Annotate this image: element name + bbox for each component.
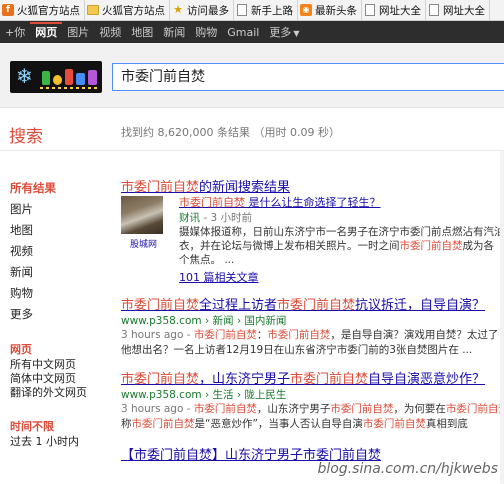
nav-all-results[interactable]: 所有结果: [10, 178, 110, 199]
google-bar: +你 网页 图片 视频 地图 新闻 购物 Gmail 更多 ▼: [0, 21, 504, 43]
filter-translated-foreign[interactable]: 翻译的外文网页: [10, 386, 110, 400]
bookmark-item[interactable]: ◉ 最新头条: [298, 0, 362, 20]
gbar-videos[interactable]: 视频: [94, 24, 126, 40]
filter-all-chinese[interactable]: 所有中文网页: [10, 358, 110, 372]
bookmark-item[interactable]: f 火狐官方站点: [0, 0, 85, 20]
snowflake-icon: ❄: [16, 64, 33, 88]
page-icon: [365, 4, 375, 16]
news-snippet: 个焦点。 ...: [179, 254, 235, 266]
news-headline-link[interactable]: 市委门前自焚 是什么让生命选择了轻生？: [179, 194, 504, 210]
result-snippet: 称市委门前自焚是“恶意炒作”，当事人否认自导自演市委门前自焚真相到底: [121, 418, 468, 430]
firefox-icon: f: [2, 4, 14, 16]
search-heading: 搜索: [9, 127, 43, 147]
chevron-down-icon: ▼: [293, 29, 300, 38]
news-thumbnail[interactable]: [121, 196, 163, 234]
news-meta: 财讯 - 3 小时前: [179, 212, 252, 224]
star-icon: ★: [173, 3, 183, 16]
search-result: 市委门前自焚全过程上访者市委门前自焚抗议拆迁，自导自演？ www.p358.co…: [121, 294, 504, 358]
nav-maps[interactable]: 地图: [10, 220, 110, 241]
left-nav: 所有结果 图片 地图 视频 新闻 购物 更多 网页 所有中文网页 简体中文网页 …: [10, 178, 110, 449]
filter-simplified-chinese[interactable]: 简体中文网页: [10, 372, 110, 386]
gbar-news[interactable]: 新闻: [158, 24, 190, 40]
nav-shopping[interactable]: 购物: [10, 283, 110, 304]
news-body: 市委门前自焚 是什么让生命选择了轻生？ 财讯 - 3 小时前 摄媒体报道称，日前…: [179, 194, 504, 285]
plus-you-link[interactable]: +你: [0, 24, 30, 40]
news-snippet: 摄媒体报道称，日前山东济宁市一名男子在济宁市委门前点燃沾有汽油的: [179, 226, 504, 238]
divider: [0, 150, 504, 151]
bookmark-item[interactable]: 新手上路: [234, 0, 298, 20]
search-header: ❄ 市委门前自焚: [0, 43, 504, 108]
result-snippet: 他想出名？一名上访者12月19日在山东省济宁市委门前的3张自焚图片在 ...: [121, 344, 473, 356]
nav-images[interactable]: 图片: [10, 199, 110, 220]
filter-past-hour[interactable]: 过去 1 小时内: [10, 435, 110, 449]
gbar-more[interactable]: 更多 ▼: [264, 24, 304, 40]
gbar-gmail[interactable]: Gmail: [222, 26, 264, 39]
page-icon: [429, 4, 439, 16]
result-title-link[interactable]: 市委门前自焚的新闻搜索结果: [121, 176, 504, 195]
gbar-images[interactable]: 图片: [62, 24, 94, 40]
result-title-link[interactable]: 市委门前自焚全过程上访者市委门前自焚抗议拆迁，自导自演？: [121, 294, 504, 313]
nav-section-web: 网页: [10, 343, 32, 356]
results-list: 市委门前自焚的新闻搜索结果 股城网 市委门前自焚 是什么让生命选择了轻生？ 财讯…: [121, 176, 504, 463]
scrollbar[interactable]: [500, 151, 504, 484]
news-snippet: 衣，并在论坛与微博上发布相关照片。一时之间市委门前自焚成为各: [179, 240, 494, 252]
related-articles-link[interactable]: 101 篇相关文章: [179, 269, 504, 285]
google-doodle-logo[interactable]: ❄: [10, 61, 102, 93]
nav-videos[interactable]: 视频: [10, 241, 110, 262]
result-stats: 找到约 8,620,000 条结果 （用时 0.09 秒）: [121, 126, 340, 139]
result-url: www.p358.com › 新闻 › 国内新闻: [121, 315, 287, 327]
bookmark-item[interactable]: 火狐官方站点: [85, 0, 170, 20]
thumbnail-source[interactable]: 股城网: [130, 237, 157, 250]
watermark-text: blog.sina.com.cn/hjkwebs: [317, 461, 498, 477]
nav-news[interactable]: 新闻: [10, 262, 110, 283]
news-result-block: 市委门前自焚的新闻搜索结果 股城网 市委门前自焚 是什么让生命选择了轻生？ 财讯…: [121, 176, 504, 284]
result-snippet: 3 hours ago - 市委门前自焚，山东济宁男子市委门前自焚，为何要在市委…: [121, 403, 504, 415]
result-snippet: 3 hours ago - 市委门前自焚：市委门前自焚，是自导自演？演戏用自焚？…: [121, 329, 499, 341]
nav-more[interactable]: 更多: [10, 304, 110, 325]
gbar-maps[interactable]: 地图: [126, 24, 158, 40]
bookmark-item[interactable]: 网址大全: [426, 0, 490, 20]
bookmarks-toolbar: f 火狐官方站点 火狐官方站点 ★ 访问最多 新手上路 ◉ 最新头条 网址大全 网址大…: [0, 0, 504, 21]
result-url: www.p358.com › 生活 › 陇上民生: [121, 389, 287, 401]
bookmark-item[interactable]: 网址大全: [362, 0, 426, 20]
rss-icon: ◉: [300, 4, 312, 16]
search-input[interactable]: 市委门前自焚: [112, 63, 504, 91]
search-result: 市委门前自焚，山东济宁男子市委门前自焚自导自演恶意炒作？ www.p358.co…: [121, 368, 504, 432]
gbar-shopping[interactable]: 购物: [190, 24, 222, 40]
page-icon: [237, 4, 247, 16]
gbar-web[interactable]: 网页: [30, 22, 63, 42]
folder-icon: [87, 5, 99, 15]
result-title-link[interactable]: 市委门前自焚，山东济宁男子市委门前自焚自导自演恶意炒作？: [121, 368, 504, 387]
nav-section-time: 时间不限: [10, 420, 54, 433]
bookmark-item[interactable]: ★ 访问最多: [170, 0, 234, 20]
